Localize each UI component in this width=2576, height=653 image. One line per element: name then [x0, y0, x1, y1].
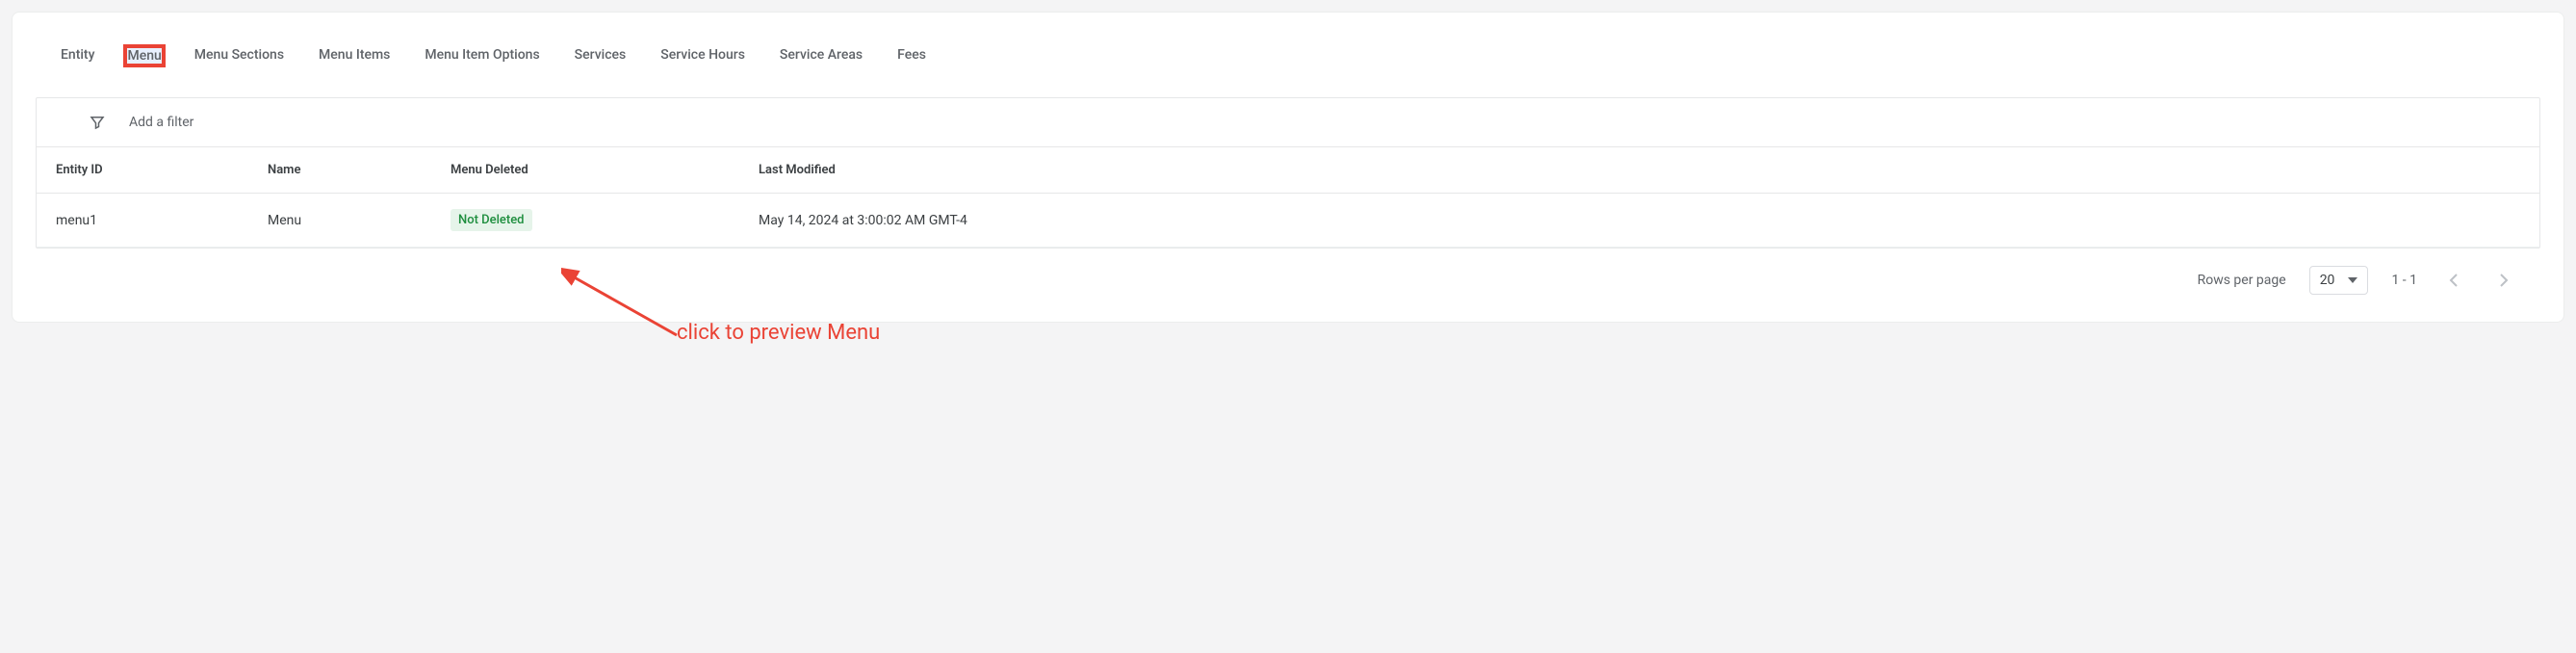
annotation-text: click to preview Menu	[677, 321, 880, 345]
tab-menu-items[interactable]: Menu Items	[313, 39, 396, 72]
filter-bar: Add a filter	[37, 98, 2539, 147]
tab-menu[interactable]: Menu	[127, 48, 161, 64]
rows-per-page-label: Rows per page	[2198, 273, 2286, 288]
cell-last-modified: May 14, 2024 at 3:00:02 AM GMT-4	[759, 213, 2520, 228]
tab-service-areas[interactable]: Service Areas	[774, 39, 868, 72]
cell-menu-deleted: Not Deleted	[451, 209, 759, 231]
col-last-modified[interactable]: Last Modified	[759, 163, 2520, 177]
col-menu-deleted[interactable]: Menu Deleted	[451, 163, 759, 177]
tab-services[interactable]: Services	[569, 39, 632, 72]
pagination-range: 1 - 1	[2391, 273, 2417, 288]
tab-fees[interactable]: Fees	[891, 39, 932, 72]
rows-per-page-select[interactable]: 20	[2309, 266, 2369, 295]
tabs-bar: Entity Menu Menu Sections Menu Items Men…	[55, 39, 2540, 72]
chevron-down-icon	[2348, 277, 2357, 283]
content-frame: Add a filter Entity ID Name Menu Deleted…	[36, 97, 2540, 248]
tab-menu-highlight-box: Menu	[123, 44, 165, 67]
data-table: Entity ID Name Menu Deleted Last Modifie…	[37, 147, 2539, 248]
cell-entity-id: menu1	[56, 213, 268, 228]
chevron-left-icon	[2449, 274, 2459, 287]
rows-per-page-value: 20	[2320, 273, 2335, 288]
chevron-right-icon	[2499, 274, 2509, 287]
card-container: Entity Menu Menu Sections Menu Items Men…	[12, 12, 2564, 323]
tab-menu-sections[interactable]: Menu Sections	[189, 39, 290, 72]
table-header-row: Entity ID Name Menu Deleted Last Modifie…	[37, 147, 2539, 194]
add-filter-button[interactable]: Add a filter	[129, 115, 193, 130]
tab-entity[interactable]: Entity	[55, 39, 100, 72]
next-page-button[interactable]	[2490, 267, 2517, 294]
status-badge: Not Deleted	[451, 209, 532, 231]
table-row[interactable]: menu1 Menu Not Deleted May 14, 2024 at 3…	[37, 194, 2539, 248]
tab-service-hours[interactable]: Service Hours	[655, 39, 751, 72]
cell-name: Menu	[268, 213, 451, 228]
filter-icon[interactable]	[89, 114, 106, 131]
pagination-bar: Rows per page 20 1 - 1	[36, 248, 2540, 295]
tab-menu-item-options[interactable]: Menu Item Options	[419, 39, 545, 72]
col-entity-id[interactable]: Entity ID	[56, 163, 268, 177]
prev-page-button[interactable]	[2440, 267, 2467, 294]
col-name[interactable]: Name	[268, 163, 451, 177]
